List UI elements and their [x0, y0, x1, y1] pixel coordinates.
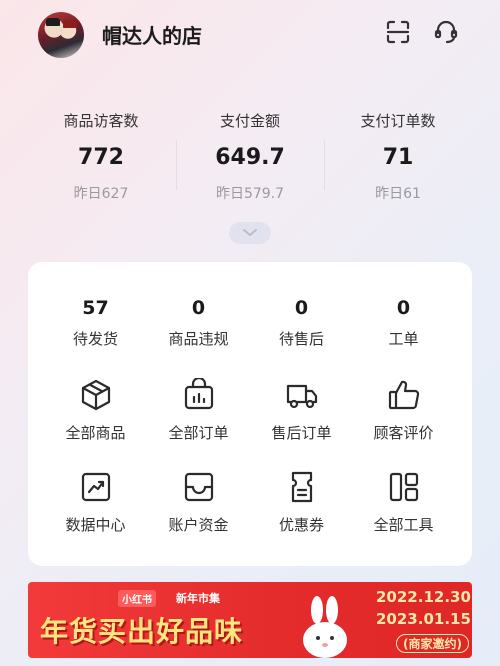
store-name[interactable]: 帽达人的店	[102, 20, 202, 49]
stat-value: 71	[382, 145, 414, 170]
coupon-icon	[291, 471, 312, 503]
stat-visitors[interactable]: 商品访客数 772 昨日627	[26, 110, 176, 204]
expand-stats-button[interactable]	[229, 222, 271, 244]
tool-all-products[interactable]: 全部商品	[40, 378, 151, 444]
banner-event-tag: 新年市集	[176, 592, 220, 605]
stat-paid-orders[interactable]: 支付订单数 71 昨日61	[323, 110, 473, 204]
customer-service-icon[interactable]	[432, 18, 460, 46]
stat-label: 支付订单数	[360, 112, 436, 130]
todo-count: 0	[396, 297, 411, 319]
todo-label: 待售后	[278, 330, 324, 348]
stat-yesterday: 昨日627	[73, 186, 129, 202]
stat-yesterday: 昨日579.7	[215, 186, 285, 202]
tool-coupons[interactable]: 优惠券	[246, 470, 357, 536]
todo-count: 0	[191, 297, 206, 319]
banner-date-start: 2022.12.30	[376, 588, 471, 606]
tool-all-orders[interactable]: 全部订单	[143, 378, 254, 444]
banner-brand-tag: 小红书	[118, 590, 156, 607]
stat-value: 772	[78, 145, 124, 170]
tool-label: 账户资金	[168, 516, 229, 534]
stat-label: 商品访客数	[63, 112, 139, 130]
banner-invite-label: (商家邀约)	[396, 634, 469, 653]
tool-data-center[interactable]: 数据中心	[40, 470, 151, 536]
stat-payment-amount[interactable]: 支付金额 649.7 昨日579.7	[175, 110, 325, 204]
chevron-down-icon	[243, 229, 257, 237]
tool-label: 顾客评价	[373, 424, 434, 442]
stats-panel: 商品访客数 772 昨日627 支付金额 649.7 昨日579.7 支付订单数…	[0, 110, 500, 220]
bunny-mascot-icon	[303, 596, 347, 658]
truck-icon	[286, 384, 317, 409]
tool-label: 全部订单	[168, 424, 229, 442]
tool-aftersale-orders[interactable]: 售后订单	[246, 378, 357, 444]
stat-label: 支付金额	[219, 112, 280, 130]
todo-pending-aftersale[interactable]: 0 待售后	[246, 294, 357, 350]
grid-tools-icon	[389, 472, 418, 502]
order-bag-icon	[184, 378, 213, 410]
todo-product-violation[interactable]: 0 商品违规	[143, 294, 254, 350]
stat-yesterday: 昨日61	[375, 186, 421, 202]
todo-label: 商品违规	[168, 330, 229, 348]
wallet-tray-icon	[184, 472, 213, 502]
tool-label: 全部商品	[65, 424, 126, 442]
shortcuts-card: 57 待发货 0 商品违规 0 待售后 0 工单 全部商品 全部订单 售后订单 …	[28, 262, 472, 566]
tool-label: 数据中心	[65, 516, 126, 534]
banner-date-end: 2023.01.15	[376, 610, 471, 628]
tool-customer-reviews[interactable]: 顾客评价	[348, 378, 459, 444]
promo-banner[interactable]: 小红书 新年市集 年货买出好品味 2022.12.30 2023.01.15 (…	[28, 582, 472, 658]
tool-label: 售后订单	[271, 424, 332, 442]
scan-icon[interactable]	[384, 18, 412, 46]
todo-pending-shipment[interactable]: 57 待发货	[40, 294, 151, 350]
header: 帽达人的店	[0, 0, 500, 68]
stat-value: 649.7	[215, 145, 285, 170]
thumbs-up-icon	[388, 380, 419, 410]
box-icon	[81, 379, 110, 411]
todo-work-order[interactable]: 0 工单	[348, 294, 459, 350]
todo-count: 57	[82, 297, 109, 319]
tool-label: 优惠券	[278, 516, 324, 534]
trend-chart-icon	[81, 472, 110, 502]
tool-all-tools[interactable]: 全部工具	[348, 470, 459, 536]
banner-headline: 年货买出好品味	[40, 615, 244, 648]
store-avatar[interactable]	[38, 12, 84, 58]
todo-label: 待发货	[72, 330, 118, 348]
todo-label: 工单	[388, 330, 419, 348]
tool-account-funds[interactable]: 账户资金	[143, 470, 254, 536]
todo-count: 0	[294, 297, 309, 319]
tool-label: 全部工具	[373, 516, 434, 534]
